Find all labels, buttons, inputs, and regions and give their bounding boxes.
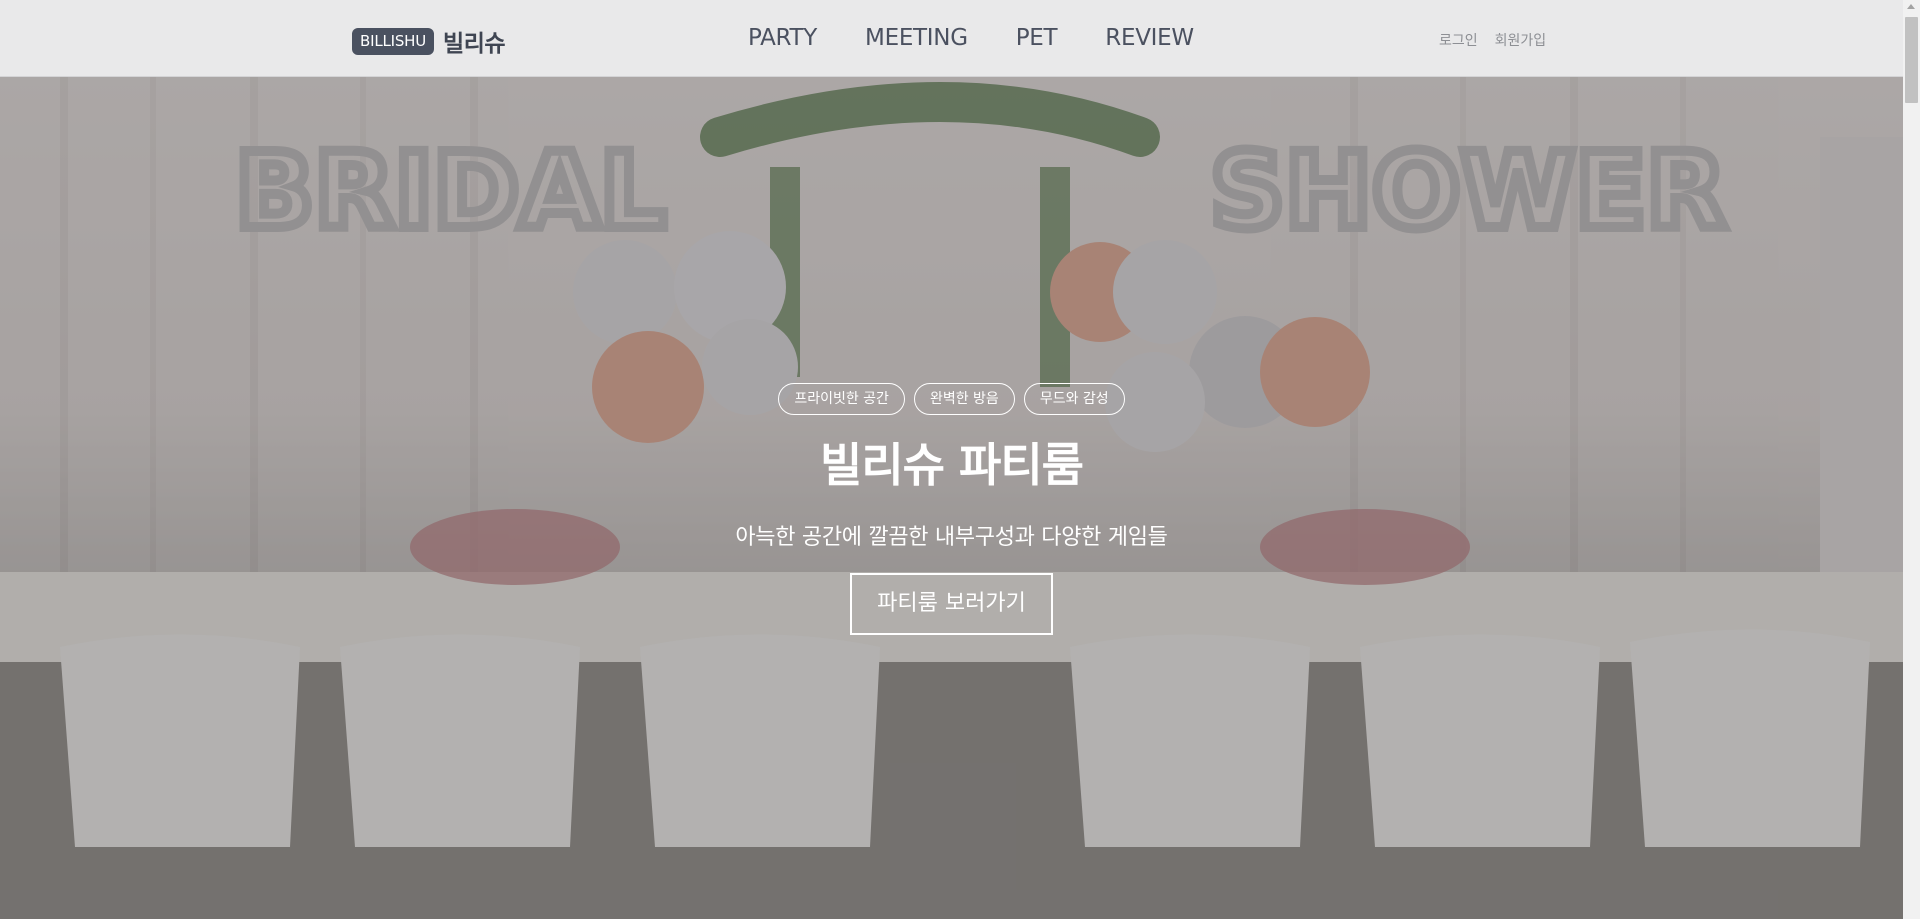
nav-meeting[interactable]: MEETING <box>865 25 968 51</box>
logo-text[interactable]: 빌리슈 <box>443 24 505 58</box>
tag-mood: 무드와 감성 <box>1023 383 1125 415</box>
nav-pet[interactable]: PET <box>1016 25 1058 51</box>
nav-review[interactable]: REVIEW <box>1105 25 1194 51</box>
auth-links: 로그인 회원가입 <box>1439 30 1546 50</box>
tag-soundproof: 완벽한 방음 <box>913 383 1015 415</box>
hero-section: BRIDAL SHOWER 프라이빗한 공간 완벽한 방음 무드와 감성 빌리슈… <box>0 77 1903 919</box>
hero-tags: 프라이빗한 공간 완벽한 방음 무드와 감성 <box>778 383 1125 415</box>
main-nav: PARTY MEETING PET REVIEW <box>748 25 1194 51</box>
logo[interactable]: BILLISHU 빌리슈 <box>352 24 506 58</box>
hero-content: 프라이빗한 공간 완벽한 방음 무드와 감성 빌리슈 파티룸 아늑한 공간에 깔… <box>0 383 1903 635</box>
hero-title: 빌리슈 파티룸 <box>820 438 1084 492</box>
signup-link[interactable]: 회원가입 <box>1495 30 1547 50</box>
hero-subtitle: 아늑한 공간에 깔끔한 내부구성과 다양한 게임들 <box>735 525 1168 550</box>
view-partyroom-button[interactable]: 파티룸 보러가기 <box>850 573 1053 635</box>
site-header: BILLISHU 빌리슈 PARTY MEETING PET REVIEW 로그… <box>0 0 1903 77</box>
nav-party[interactable]: PARTY <box>748 25 817 51</box>
scroll-thumb[interactable] <box>1905 17 1918 103</box>
login-link[interactable]: 로그인 <box>1439 30 1478 50</box>
page-scrollbar[interactable] <box>1903 0 1920 919</box>
scroll-up-arrow-icon[interactable] <box>1907 4 1915 9</box>
logo-badge[interactable]: BILLISHU <box>352 27 435 55</box>
tag-private: 프라이빗한 공간 <box>778 383 905 415</box>
